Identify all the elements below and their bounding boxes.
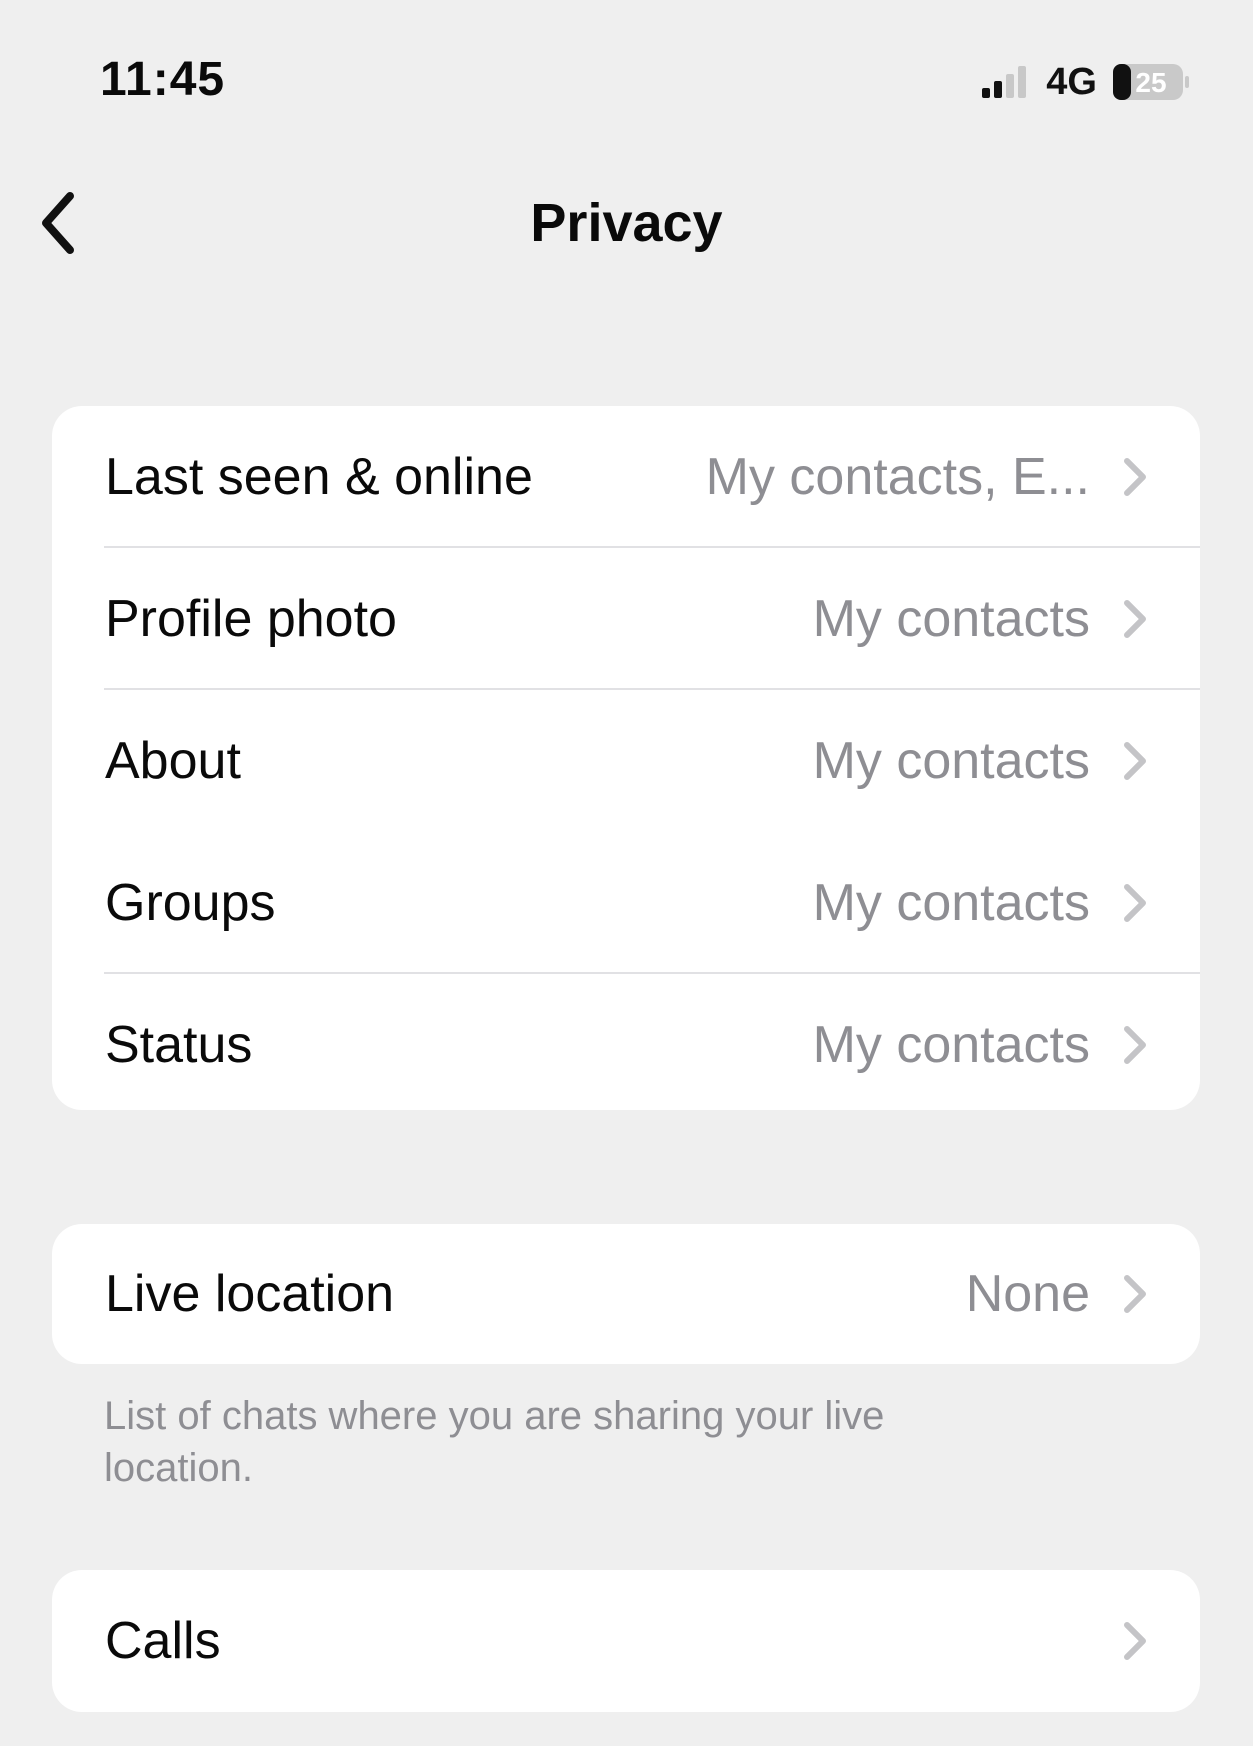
row-profile-photo[interactable]: Profile photo My contacts xyxy=(52,548,1200,690)
status-time: 11:45 xyxy=(100,53,226,106)
status-indicators: 4G 25 xyxy=(980,58,1191,106)
row-value: My contacts xyxy=(812,874,1090,932)
calls-card: Calls xyxy=(52,1570,1200,1712)
row-status[interactable]: Status My contacts xyxy=(52,974,1200,1110)
chevron-right-icon xyxy=(1124,884,1146,922)
chevron-right-icon xyxy=(1124,600,1146,638)
row-value: My contacts xyxy=(812,732,1090,790)
battery-icon: 25 xyxy=(1111,60,1191,104)
chevron-right-icon xyxy=(1124,742,1146,780)
visibility-settings-card: Last seen & online My contacts, E... Pro… xyxy=(52,406,1200,1110)
live-location-card: Live location None xyxy=(52,1224,1200,1364)
row-label: About xyxy=(105,732,241,790)
row-value: My contacts xyxy=(812,590,1090,648)
chevron-right-icon xyxy=(1124,1275,1146,1313)
chevron-right-icon xyxy=(1124,1026,1146,1064)
row-about[interactable]: About My contacts xyxy=(52,690,1200,832)
row-groups[interactable]: Groups My contacts xyxy=(52,832,1200,974)
page-title: Privacy xyxy=(530,193,723,253)
row-label: Status xyxy=(105,1016,253,1074)
row-label: Live location xyxy=(105,1265,395,1323)
battery-level: 25 xyxy=(1135,67,1166,98)
network-type: 4G xyxy=(1046,60,1097,103)
row-calls[interactable]: Calls xyxy=(52,1570,1200,1712)
row-label: Profile photo xyxy=(105,590,397,648)
status-bar: 11:45 4G 25 xyxy=(0,0,1253,150)
chevron-right-icon xyxy=(1124,1622,1146,1660)
row-label: Groups xyxy=(105,874,276,932)
row-label: Calls xyxy=(105,1612,221,1670)
chevron-right-icon xyxy=(1124,458,1146,496)
navigation-bar: Privacy xyxy=(0,170,1253,280)
row-value: My contacts xyxy=(812,1016,1090,1074)
cellular-signal-icon xyxy=(980,64,1032,100)
row-last-seen-online[interactable]: Last seen & online My contacts, E... xyxy=(52,406,1200,548)
row-live-location[interactable]: Live location None xyxy=(52,1224,1200,1364)
row-value: My contacts, E... xyxy=(705,448,1090,506)
row-value: None xyxy=(965,1265,1090,1323)
row-label: Last seen & online xyxy=(105,448,533,506)
live-location-footnote: List of chats where you are sharing your… xyxy=(104,1394,885,1490)
